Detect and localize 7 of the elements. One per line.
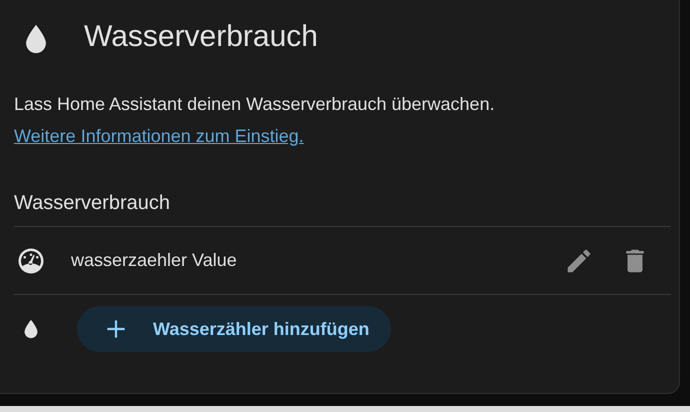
source-name: wasserzaehler Value [71,250,238,271]
gauge-icon [16,246,46,276]
info-link[interactable]: Weitere Informationen zum Einstieg. [14,126,304,146]
add-button[interactable]: Wasserzähler hinzufügen [77,306,392,352]
description: Lass Home Assistant deinen Wasserverbrauch überwachen. Weitere Informationen zum Einstieg. [14,93,496,148]
section-title: Wasserverbrauch [14,191,171,216]
card-title: Wasserverbrauch [84,20,318,54]
